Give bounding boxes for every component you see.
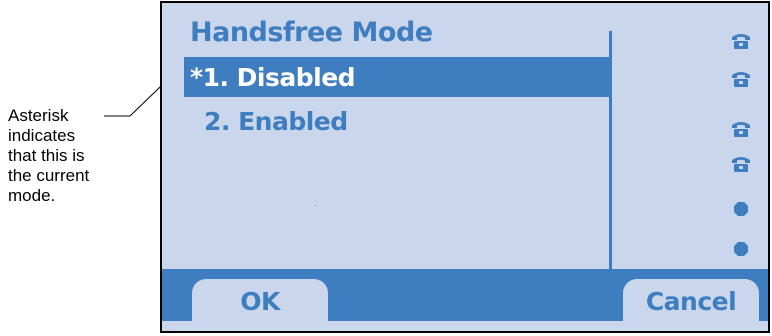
screen-title: Handsfree Mode: [190, 17, 433, 48]
bullet-icon: [729, 239, 753, 259]
phone-icon: [729, 69, 753, 89]
menu-item-label: *1. Disabled: [190, 62, 356, 92]
bullet-icon: [729, 199, 753, 219]
phone-icon: [729, 119, 753, 139]
vertical-divider: [609, 31, 612, 269]
ok-softkey[interactable]: OK: [192, 279, 328, 331]
menu-item-label: 2. Enabled: [204, 106, 348, 136]
ok-softkey-label: OK: [240, 287, 280, 316]
menu-item-disabled[interactable]: *1. Disabled: [184, 57, 609, 97]
phone-icon: [729, 154, 753, 174]
annotation-text: Asterisk indicates that this is the curr…: [8, 106, 90, 205]
screen-dot: [315, 205, 316, 206]
phone-screen: Handsfree Mode *1. Disabled 2. Enabled O…: [160, 1, 770, 333]
cancel-softkey-label: Cancel: [645, 287, 737, 316]
cancel-softkey[interactable]: Cancel: [623, 279, 759, 331]
phone-icon: [729, 31, 753, 51]
menu-item-enabled[interactable]: 2. Enabled: [184, 99, 609, 143]
